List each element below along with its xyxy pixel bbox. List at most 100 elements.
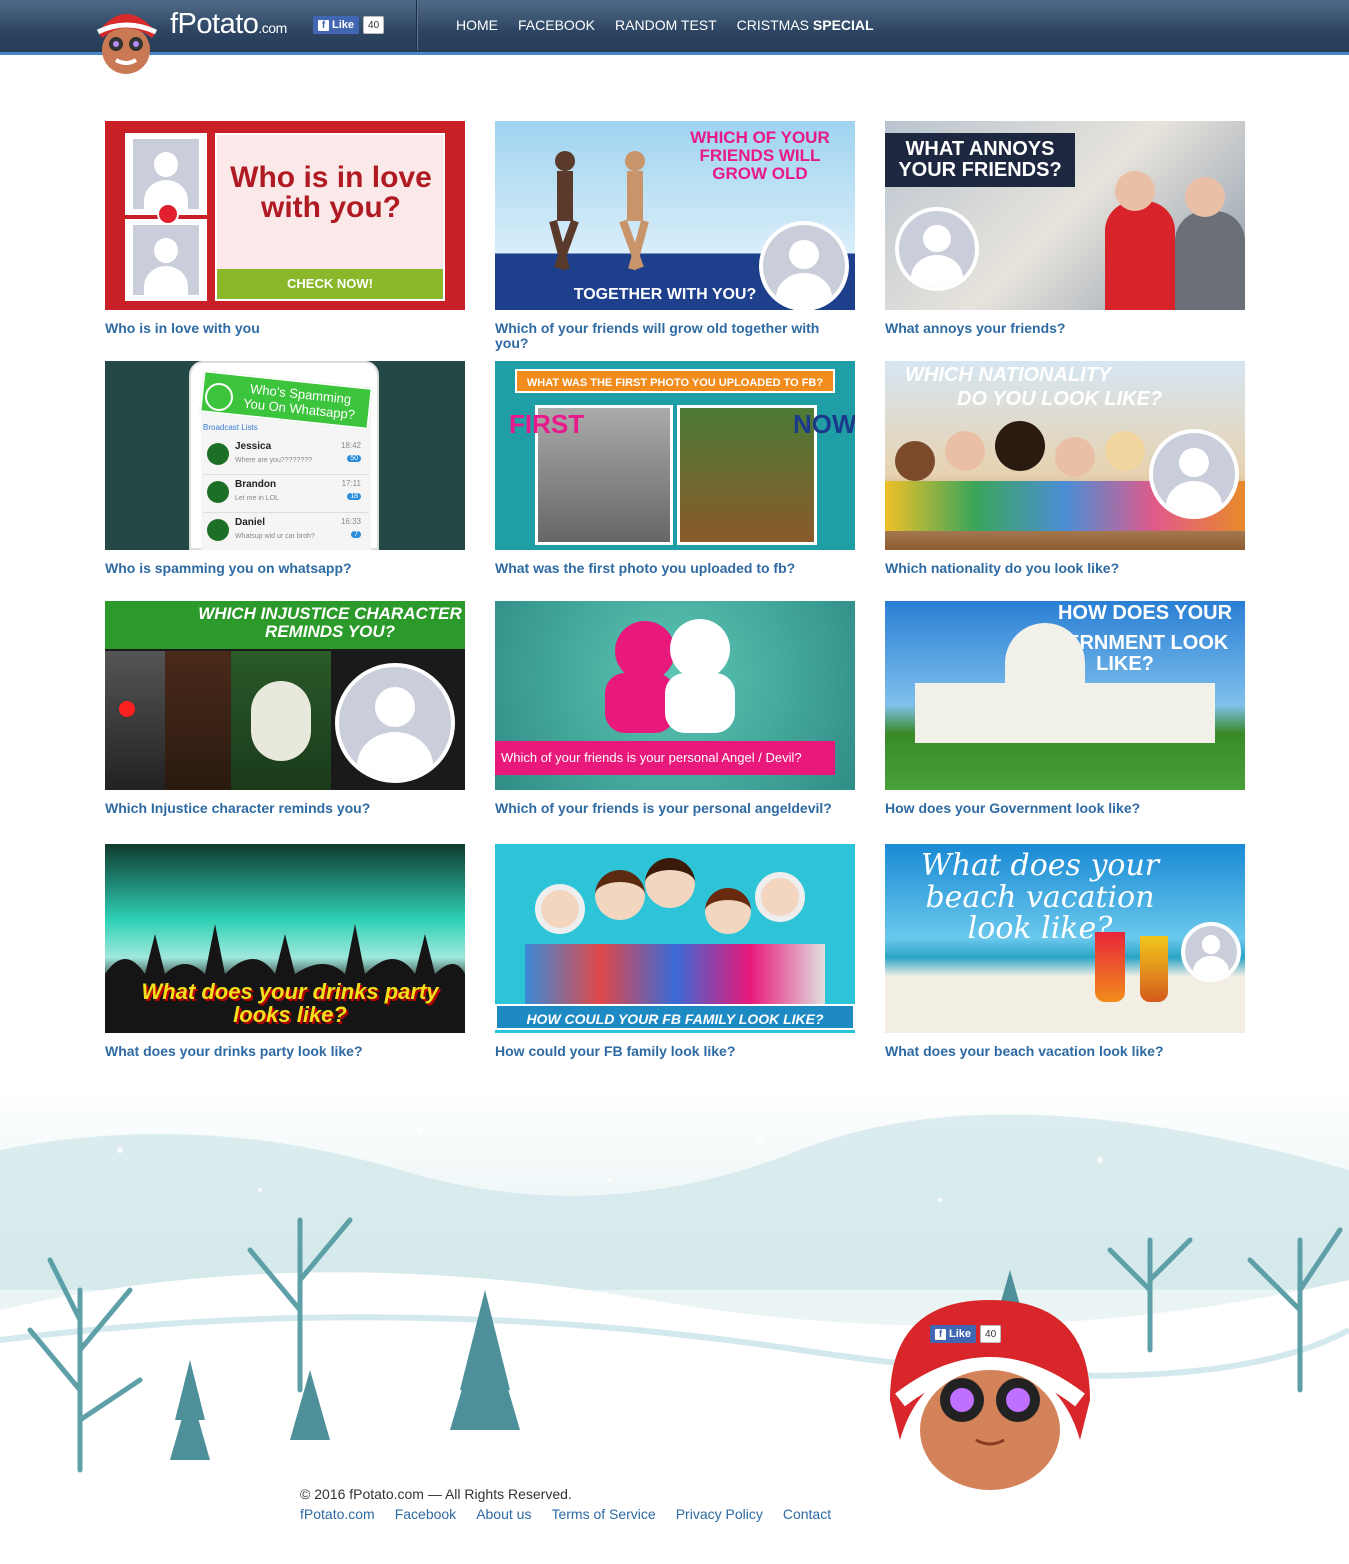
test-caption[interactable]: Which Injustice character reminds you? — [105, 801, 465, 816]
test-card-beach-vacation[interactable]: What does your beach vacation look like?… — [885, 844, 1245, 1059]
whatsapp-icon — [205, 383, 233, 411]
now-label: NOW — [793, 409, 855, 439]
brand-domain: .com — [258, 20, 287, 36]
wonder-woman-image — [165, 651, 231, 790]
page: fPotato.com f Like 40 HOME FACEBOOK RANDO… — [0, 0, 1349, 1564]
cocktail-yellow — [1140, 936, 1168, 1002]
heart-icon — [157, 203, 179, 225]
test-caption[interactable]: How does your Government look like? — [885, 801, 1245, 816]
site-footer: © 2016 fPotato.com — All Rights Reserved… — [300, 1486, 831, 1522]
test-card-grow-old[interactable]: WHICH OF YOUR FRIENDS WILL GROW OLD TOGE… — [495, 121, 855, 351]
banner-title: HOW COULD YOUR FB FAMILY LOOK LIKE? — [495, 1004, 855, 1030]
capitol-dome — [1005, 623, 1085, 693]
brand-name: fPotato — [170, 8, 259, 40]
fb-like-count: 40 — [363, 16, 385, 34]
test-card-annoys[interactable]: WHAT ANNOYS YOUR FRIENDS? What annoys yo… — [885, 121, 1245, 336]
test-caption[interactable]: Which nationality do you look like? — [885, 561, 1245, 576]
potato-mascot-logo[interactable] — [88, 4, 166, 78]
nav-random-test[interactable]: RANDOM TEST — [615, 17, 717, 33]
list-item: Daniel Whatsup wid ur car broh? 16:33 7 — [203, 513, 369, 550]
test-caption[interactable]: What annoys your friends? — [885, 321, 1245, 336]
nav-home[interactable]: HOME — [456, 17, 498, 33]
test-thumbnail[interactable]: HOW DOES YOUR GOVERNMENT LOOK LIKE? — [885, 601, 1245, 790]
test-card-nationality[interactable]: WHICH NATIONALITY DO YOU LOOK LIKE? Whic… — [885, 361, 1245, 576]
banner-panel: Who is in love with you? CHECK NOW! — [215, 133, 445, 301]
test-thumbnail[interactable]: WHAT WAS THE FIRST PHOTO YOU UPLOADED TO… — [495, 361, 855, 550]
test-thumbnail[interactable]: Broadcast Lists Jessica Where are you???… — [105, 361, 465, 550]
test-thumbnail[interactable]: What does your beach vacation look like? — [885, 844, 1245, 1033]
test-card-fb-family[interactable]: HOW COULD YOUR FB FAMILY LOOK LIKE? How … — [495, 844, 855, 1059]
test-thumbnail[interactable]: WHICH INJUSTICE CHARACTER REMINDS YOU? — [105, 601, 465, 790]
copyright: © 2016 fPotato.com — All Rights Reserved… — [300, 1486, 572, 1502]
family-bodies — [525, 944, 825, 1004]
test-caption[interactable]: Which of your friends is your personal a… — [495, 801, 855, 816]
uncle-face — [645, 858, 695, 908]
test-card-drinks-party[interactable]: What does your drinks party looks like? … — [105, 844, 465, 1059]
grandma-face — [535, 884, 585, 934]
joker-image — [231, 651, 331, 790]
banner-title: HOW DOES YOUR — [1057, 602, 1233, 624]
banner-title: What does your beach vacation look like? — [920, 848, 1160, 946]
site-logo-text[interactable]: fPotato.com — [170, 8, 287, 41]
banner-title: Which of your friends is your personal A… — [495, 741, 835, 775]
test-card-angel-devil[interactable]: Which of your friends is your personal A… — [495, 601, 855, 816]
first-label: FIRST — [509, 409, 585, 439]
check-now-button[interactable]: CHECK NOW! — [217, 269, 443, 299]
test-thumbnail[interactable]: Which of your friends is your personal A… — [495, 601, 855, 790]
test-card-injustice[interactable]: WHICH INJUSTICE CHARACTER REMINDS YOU? W… — [105, 601, 465, 816]
fb-like-button[interactable]: f Like — [930, 1325, 977, 1343]
test-caption[interactable]: What was the first photo you uploaded to… — [495, 561, 855, 576]
dad-face — [595, 870, 645, 920]
avatar-placeholder — [1181, 922, 1241, 982]
test-card-first-photo[interactable]: WHAT WAS THE FIRST PHOTO YOU UPLOADED TO… — [495, 361, 855, 576]
facebook-icon: f — [318, 19, 329, 31]
footer-link-about[interactable]: About us — [476, 1506, 531, 1522]
footer-link-privacy[interactable]: Privacy Policy — [676, 1506, 763, 1522]
angel-head — [670, 619, 730, 679]
footer-link-contact[interactable]: Contact — [783, 1506, 831, 1522]
footer-link-facebook[interactable]: Facebook — [395, 1506, 456, 1522]
test-thumbnail[interactable]: What does your drinks party looks like? — [105, 844, 465, 1033]
banner-title: WHAT WAS THE FIRST PHOTO YOU UPLOADED TO… — [515, 369, 835, 393]
couple-photo — [1085, 141, 1245, 310]
test-thumbnail[interactable]: WHAT ANNOYS YOUR FRIENDS? — [885, 121, 1245, 310]
banner-title: Who is in love with you? — [230, 161, 432, 224]
test-caption[interactable]: What does your drinks party look like? — [105, 1044, 465, 1059]
test-thumbnail[interactable]: Who is in love with you? CHECK NOW! — [105, 121, 465, 310]
avatar-silhouette — [133, 225, 199, 295]
profile-placeholder — [125, 219, 207, 301]
footer-link-home[interactable]: fPotato.com — [300, 1506, 375, 1522]
avatar-placeholder — [895, 207, 979, 291]
test-card-in-love[interactable]: Who is in love with you? CHECK NOW! Who … — [105, 121, 465, 336]
nav-christmas-special[interactable]: CRISTMAS SPECIAL — [737, 17, 874, 33]
header-fb-like[interactable]: f Like 40 — [313, 16, 385, 34]
test-caption[interactable]: How could your FB family look like? — [495, 1044, 855, 1059]
test-caption[interactable]: Who is in love with you — [105, 321, 465, 336]
footer-links: fPotato.com Facebook About us Terms of S… — [300, 1506, 831, 1522]
footer-fb-like[interactable]: f Like 40 — [930, 1325, 1002, 1343]
runners-photo — [549, 151, 649, 271]
banner-title: WHICH NATIONALITY — [905, 364, 1112, 386]
contacts-list: Jessica Where are you???????? 18:42 50 B… — [203, 437, 369, 550]
header-divider — [416, 0, 417, 50]
banner-title: WHAT ANNOYS YOUR FRIENDS? — [885, 133, 1075, 187]
facebook-icon: f — [935, 1328, 946, 1340]
footer-link-terms[interactable]: Terms of Service — [551, 1506, 655, 1522]
list-item: Brandon Let me in LOL 17:11 18 — [203, 475, 369, 513]
fb-like-count: 40 — [980, 1325, 1002, 1343]
avatar-silhouette — [133, 139, 199, 209]
test-card-whatsapp[interactable]: Broadcast Lists Jessica Where are you???… — [105, 361, 465, 576]
test-caption[interactable]: Who is spamming you on whatsapp? — [105, 561, 465, 576]
banner-title: What does your drinks party looks like? — [141, 979, 439, 1028]
fb-like-button[interactable]: f Like — [313, 16, 360, 34]
test-caption[interactable]: Which of your friends will grow old toge… — [495, 321, 855, 351]
test-card-government[interactable]: HOW DOES YOUR GOVERNMENT LOOK LIKE? How … — [885, 601, 1245, 816]
test-thumbnail[interactable]: WHICH OF YOUR FRIENDS WILL GROW OLD TOGE… — [495, 121, 855, 310]
nav-facebook[interactable]: FACEBOOK — [518, 17, 595, 33]
banner-title: WHICH INJUSTICE CHARACTER REMINDS YOU? — [198, 604, 462, 641]
devil-head — [615, 621, 675, 681]
test-thumbnail[interactable]: WHICH NATIONALITY DO YOU LOOK LIKE? — [885, 361, 1245, 550]
test-caption[interactable]: What does your beach vacation look like? — [885, 1044, 1245, 1059]
test-thumbnail[interactable]: HOW COULD YOUR FB FAMILY LOOK LIKE? — [495, 844, 855, 1033]
main-nav: HOME FACEBOOK RANDOM TEST CRISTMAS SPECI… — [456, 17, 874, 33]
